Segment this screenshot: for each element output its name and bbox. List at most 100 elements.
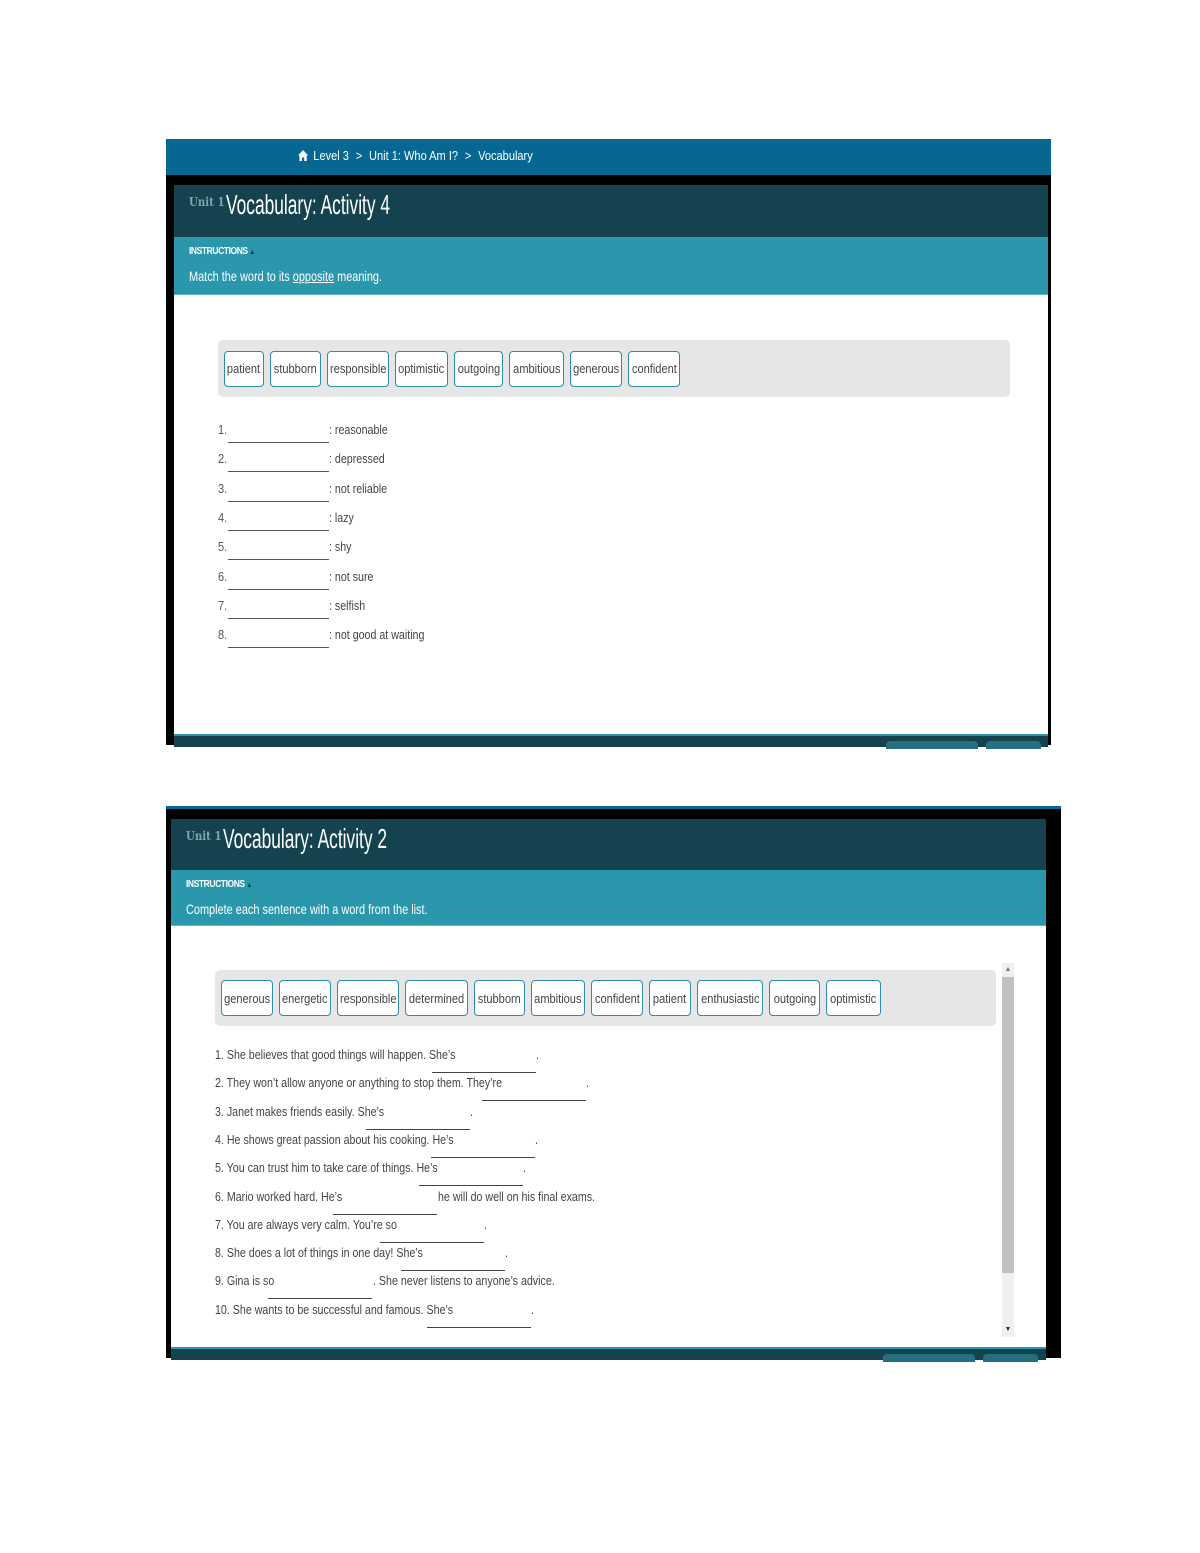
breadcrumb-level[interactable]: Level 3 — [313, 148, 349, 163]
collapse-triangle-icon: ▲ — [249, 249, 255, 256]
instructions-toggle[interactable]: INSTRUCTIONS ▲ — [189, 246, 255, 257]
page-title: Vocabulary: Activity 4 — [226, 189, 391, 220]
answer-drop-zone[interactable] — [268, 1298, 372, 1300]
word-chip[interactable]: responsible — [327, 350, 389, 387]
item-number: 1. — [218, 422, 228, 437]
match-item: 5.: shy — [218, 535, 618, 564]
word-chip-label: confident — [631, 361, 677, 376]
sentence-item: 4. He shows great passion about his cook… — [215, 1132, 538, 1160]
answer-drop-zone[interactable] — [228, 559, 329, 561]
answer-drop-zone[interactable] — [401, 1270, 505, 1272]
answer-drop-zone[interactable] — [419, 1185, 523, 1187]
answer-drop-zone[interactable] — [482, 1100, 586, 1102]
word-chip[interactable]: optimistic — [395, 350, 448, 387]
scroll-thumb[interactable] — [1002, 977, 1014, 1273]
word-chip[interactable]: determined — [405, 980, 468, 1016]
sentence-item: 10. She wants to be successful and famou… — [215, 1302, 534, 1330]
word-chip[interactable]: stubborn — [270, 350, 321, 387]
word-chip[interactable]: optimistic — [826, 980, 881, 1016]
unit-label: Unit 1 — [186, 829, 222, 843]
word-chip[interactable]: patient — [224, 350, 264, 387]
breadcrumb-separator: > — [355, 148, 363, 163]
footer-button[interactable] — [986, 741, 1041, 749]
sentence-item: 1. She believes that good things will ha… — [215, 1047, 539, 1075]
word-chip-label: energetic — [282, 990, 328, 1006]
answer-drop-zone[interactable] — [431, 1156, 535, 1158]
word-chip-label: ambitious — [512, 361, 561, 376]
word-chip[interactable]: outgoing — [454, 350, 503, 387]
answer-drop-zone[interactable] — [228, 617, 329, 619]
item-definition: : reasonable — [329, 422, 388, 437]
word-chip-label: generous — [223, 990, 271, 1006]
sentence-item: 2. They won’t allow anyone or anything t… — [215, 1075, 589, 1103]
word-chip-label: outgoing — [773, 990, 816, 1006]
answer-drop-zone[interactable] — [228, 471, 329, 473]
word-chip[interactable]: patient — [649, 980, 691, 1016]
scroll-up-arrow-icon[interactable]: ▲ — [1002, 963, 1014, 977]
breadcrumb-separator: > — [464, 148, 472, 163]
instructions-bar: INSTRUCTIONS ▲ Match the word to its oppo… — [174, 237, 1048, 295]
instructions-text-part: meaning. — [334, 268, 383, 284]
activity-panel: Unit 1 Vocabulary: Activity 4 INSTRUCTIO… — [174, 185, 1048, 749]
word-chip[interactable]: enthusiastic — [697, 980, 763, 1016]
word-chip-label: stubborn — [273, 361, 318, 376]
sentence-ending: . — [523, 1160, 526, 1176]
word-chip[interactable]: ambitious — [531, 980, 585, 1016]
sentence-ending: he will do well on his final exams. — [438, 1188, 596, 1204]
sentence-ending: . — [484, 1216, 487, 1232]
word-chip-label: outgoing — [457, 361, 500, 376]
home-icon[interactable] — [298, 150, 309, 161]
footer-button[interactable] — [886, 741, 978, 749]
word-chip-label: responsible — [339, 990, 397, 1006]
word-chip[interactable]: energetic — [279, 980, 331, 1016]
instructions-text-part: Match the word to its — [189, 268, 293, 284]
instructions-toggle[interactable]: INSTRUCTIONS ▲ — [186, 879, 252, 890]
collapse-triangle-icon: ▲ — [246, 882, 252, 889]
breadcrumb-unit[interactable]: Unit 1: Who Am I? — [369, 148, 458, 163]
item-number: 5. — [218, 539, 228, 555]
opposite-link[interactable]: opposite — [293, 268, 334, 284]
answer-drop-zone[interactable] — [366, 1128, 470, 1130]
word-chip-label: confident — [594, 990, 640, 1006]
unit-label: Unit 1 — [189, 195, 225, 209]
answer-drop-zone[interactable] — [228, 442, 329, 443]
answer-drop-zone[interactable] — [380, 1241, 484, 1243]
sentence-ending: . — [470, 1103, 473, 1119]
sentence-ending: . — [536, 1047, 539, 1062]
footer-button[interactable] — [983, 1354, 1038, 1362]
answer-drop-zone[interactable] — [228, 529, 329, 531]
sentence-item: 9. Gina is so . She never listens to anyo… — [215, 1273, 555, 1301]
footer-button[interactable] — [883, 1354, 975, 1362]
breadcrumb-bar: Level 3 > Unit 1: Who Am I? > Vocabulary — [166, 139, 1051, 175]
scroll-down-arrow-icon[interactable]: ▼ — [1002, 1323, 1014, 1337]
match-item: 1. : reasonable — [218, 418, 618, 447]
word-chip[interactable]: confident — [628, 350, 680, 387]
answer-drop-zone[interactable] — [228, 647, 329, 649]
word-chip[interactable]: generous — [221, 980, 273, 1016]
item-definition: : lazy — [329, 509, 354, 525]
word-chip[interactable]: generous — [570, 350, 622, 387]
answer-drop-zone[interactable] — [333, 1213, 437, 1215]
item-number: 2. — [218, 451, 228, 467]
answer-drop-zone[interactable] — [228, 588, 329, 590]
word-chip[interactable]: outgoing — [769, 980, 820, 1016]
item-number: 6. — [218, 568, 228, 584]
sentence-text: 3. Janet makes friends easily. She’s — [215, 1103, 385, 1119]
breadcrumb-vocabulary[interactable]: Vocabulary — [478, 148, 533, 163]
item-number: 4. — [218, 509, 228, 525]
word-chip[interactable]: ambitious — [509, 350, 564, 387]
sentence-item: 7. You are always very calm. You’re so. — [215, 1217, 487, 1245]
word-chip[interactable]: stubborn — [474, 980, 525, 1016]
word-chip-label: generous — [572, 361, 620, 376]
answer-drop-zone[interactable] — [432, 1072, 536, 1073]
sentence-ending: . — [505, 1245, 508, 1261]
item-definition: : not good at waiting — [329, 627, 425, 643]
word-bank: generous energetic responsible determined st… — [215, 970, 996, 1026]
answer-drop-zone[interactable] — [228, 500, 329, 502]
answer-drop-zone[interactable] — [427, 1326, 531, 1328]
word-chip[interactable]: confident — [591, 980, 643, 1016]
vertical-scrollbar[interactable]: ▲ ▼ — [1002, 963, 1014, 1337]
item-definition: : depressed — [329, 451, 385, 467]
item-number: 3. — [218, 480, 228, 496]
word-chip[interactable]: responsible — [337, 980, 399, 1016]
